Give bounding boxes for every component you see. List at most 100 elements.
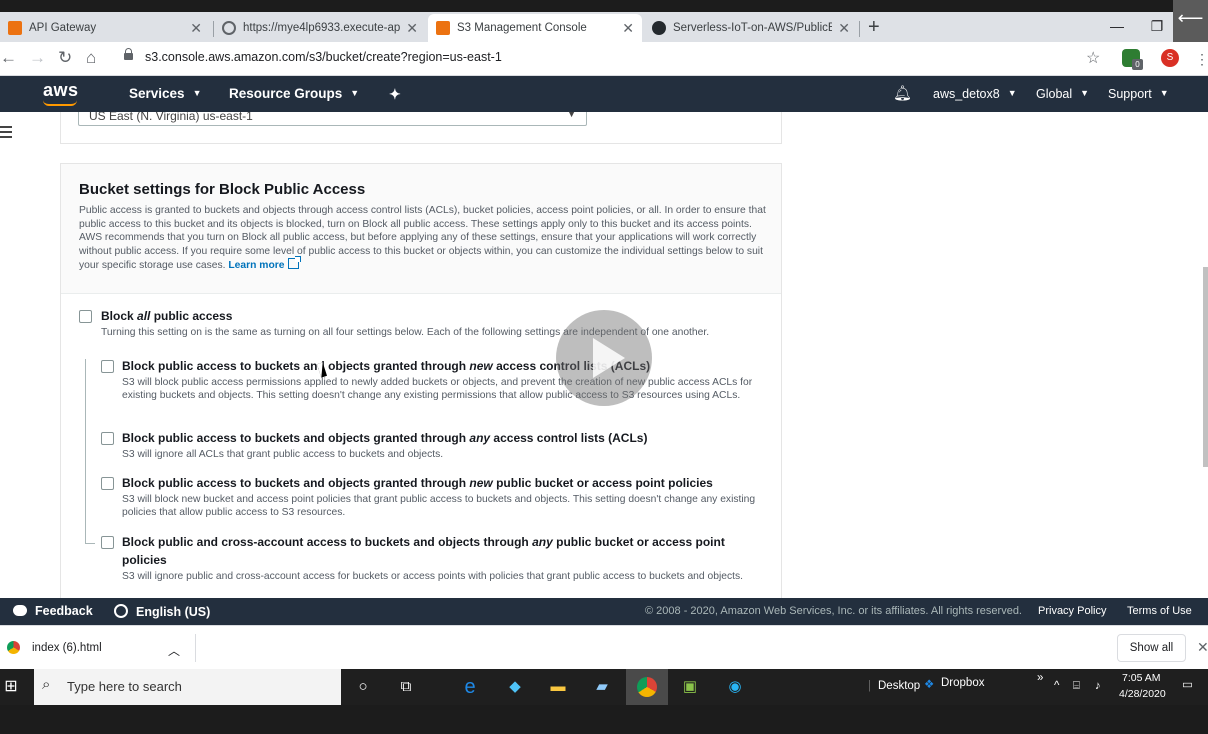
clock-date[interactable]: 4/28/2020: [1119, 688, 1166, 700]
desktop-toolbar[interactable]: Desktop: [878, 680, 920, 692]
search-icon: ⌕: [42, 676, 51, 693]
restore-icon[interactable]: ❐: [1137, 12, 1177, 40]
label-post: public bucket or access point: [552, 535, 725, 549]
account-menu[interactable]: aws_detox8 ▼: [933, 87, 1017, 101]
dropbox-toolbar[interactable]: Dropbox: [941, 677, 984, 689]
page-scrollbar[interactable]: [1203, 267, 1208, 467]
forward-icon[interactable]: →: [29, 48, 46, 68]
menu-kebab-icon[interactable]: ⋮: [1195, 51, 1208, 68]
close-tab-icon[interactable]: ✕: [838, 20, 850, 37]
chevron-up-icon[interactable]: ︿: [168, 642, 180, 659]
option-any-acls-checkbox[interactable]: [101, 432, 114, 445]
learn-more-link[interactable]: Learn more: [228, 260, 284, 271]
tab-title: https://mye4lp6933.execute-api.: [243, 22, 401, 34]
taskbar-search[interactable]: ⌕ Type here to search: [34, 669, 341, 705]
profile-avatar[interactable]: S: [1161, 49, 1179, 67]
label-emphasis: any: [469, 431, 491, 445]
bookmark-star-icon[interactable]: ☆: [1086, 48, 1100, 68]
windows-start-icon[interactable]: ⊞: [1, 677, 21, 697]
chevron-down-icon: ▼: [192, 88, 202, 98]
feedback-bubble-icon: [13, 605, 27, 616]
block-all-description: Turning this setting on is the same as t…: [101, 327, 710, 338]
tab-execute-api[interactable]: https://mye4lp6933.execute-api. ✕: [214, 14, 426, 42]
address-bar-row: ← → ↻ ⌂ s3.console.aws.amazon.com/s3/buc…: [0, 42, 1208, 76]
option-new-policies-label: Block public access to buckets and objec…: [122, 476, 713, 490]
tree-connector-end: [85, 543, 95, 544]
services-menu[interactable]: Services ▼: [129, 86, 201, 101]
extension-badge: 0: [1132, 59, 1143, 70]
option-any-acls-label: Block public access to buckets and objec…: [122, 431, 647, 445]
chrome-icon[interactable]: [637, 677, 657, 697]
screen-bottom-edge: [0, 705, 1208, 734]
volume-icon[interactable]: ♪: [1095, 680, 1101, 692]
close-tab-icon[interactable]: ✕: [622, 20, 634, 37]
notes-icon[interactable]: ▰: [592, 677, 612, 697]
external-link-icon: [288, 256, 302, 270]
resource-groups-menu[interactable]: Resource Groups ▼: [229, 86, 359, 101]
minimize-icon[interactable]: —: [1097, 12, 1137, 40]
close-tab-icon[interactable]: ✕: [190, 20, 202, 37]
block-all-checkbox[interactable]: [79, 310, 92, 323]
back-icon[interactable]: ←: [0, 48, 17, 68]
close-icon[interactable]: ✕: [1197, 639, 1208, 656]
privacy-policy-link[interactable]: Privacy Policy: [1038, 605, 1106, 617]
description-text: Public access is granted to buckets and …: [79, 205, 766, 272]
tab-github[interactable]: Serverless-IoT-on-AWS/PublicBu ✕: [644, 14, 858, 42]
region-menu[interactable]: Global ▼: [1036, 87, 1089, 101]
download-item[interactable]: index (6).html: [32, 642, 102, 654]
terms-of-use-link[interactable]: Terms of Use: [1127, 605, 1192, 617]
edge-icon[interactable]: e: [460, 677, 480, 697]
url-field[interactable]: s3.console.aws.amazon.com/s3/bucket/crea…: [145, 50, 502, 64]
app-icon[interactable]: ◆: [505, 677, 525, 697]
tab-s3-console[interactable]: S3 Management Console ✕: [428, 14, 642, 42]
video-play-icon[interactable]: [556, 310, 652, 406]
close-tab-icon[interactable]: ✕: [406, 20, 418, 37]
block-all-label: Block all public access: [101, 309, 232, 323]
option-any-policies-checkbox[interactable]: [101, 536, 114, 549]
region-select[interactable]: US East (N. Virginia) us-east-1 ▼: [78, 112, 587, 126]
notification-icon[interactable]: ▭: [1182, 677, 1193, 691]
home-icon[interactable]: ⌂: [86, 48, 96, 68]
task-view-icon[interactable]: ⧉: [396, 677, 416, 697]
label-pre: Block public access to buckets and objec…: [122, 431, 470, 445]
tab-title: Serverless-IoT-on-AWS/PublicBu: [673, 22, 833, 34]
resource-groups-label: Resource Groups: [229, 86, 343, 101]
spreadsheet-icon[interactable]: ▣: [680, 677, 700, 697]
support-menu[interactable]: Support ▼: [1108, 87, 1169, 101]
recorder-icon[interactable]: ◉: [725, 677, 745, 697]
chevron-up-icon[interactable]: ^: [1054, 680, 1059, 692]
show-all-button[interactable]: Show all: [1117, 634, 1186, 662]
chevron-down-icon: ▼: [567, 112, 576, 119]
search-placeholder: Type here to search: [67, 679, 182, 694]
bell-icon[interactable]: 🔔︎: [893, 84, 912, 102]
network-icon[interactable]: ⌸: [1073, 680, 1080, 693]
aws-console-footer: Feedback English (US) © 2008 - 2020, Ama…: [0, 598, 1208, 625]
download-shelf: index (6).html ︿ Show all ✕: [0, 625, 1208, 669]
option-any-policies-label: Block public and cross-account access to…: [122, 535, 725, 549]
pin-icon[interactable]: ✦: [389, 86, 401, 103]
feedback-button[interactable]: Feedback: [13, 604, 93, 618]
aws-smile-logo: [43, 100, 77, 106]
label-emphasis: any: [532, 535, 553, 549]
option-new-policies-checkbox[interactable]: [101, 477, 114, 490]
overflow-chevron-icon[interactable]: »: [1037, 672, 1043, 684]
windows-taskbar: ⊞ ⌕ Type here to search ○ ⧉ e ◆ ▬ ▰ ▣ ◉ …: [0, 669, 1208, 705]
back-arrow-icon[interactable]: ⟵: [1173, 0, 1208, 42]
screen-top-edge: [0, 0, 1208, 12]
hamburger-menu-icon[interactable]: [0, 126, 12, 141]
reload-icon[interactable]: ↻: [58, 48, 72, 68]
file-explorer-icon[interactable]: ▬: [548, 677, 568, 697]
new-tab-icon[interactable]: +: [868, 16, 880, 38]
tab-title: API Gateway: [29, 22, 97, 34]
aws-logo[interactable]: aws: [43, 80, 79, 101]
cortana-icon[interactable]: ○: [353, 677, 373, 697]
lock-icon: [124, 48, 133, 60]
tab-divider: [859, 21, 860, 37]
tab-api-gateway[interactable]: API Gateway ✕: [0, 14, 210, 42]
option-any-policies-label-line2: policies: [122, 553, 167, 567]
option-new-acls-description: S3 will block public access permissions …: [122, 377, 753, 402]
option-new-acls-checkbox[interactable]: [101, 360, 114, 373]
download-divider: [195, 634, 196, 662]
clock-time[interactable]: 7:05 AM: [1122, 672, 1161, 684]
language-button[interactable]: English (US): [114, 604, 210, 619]
